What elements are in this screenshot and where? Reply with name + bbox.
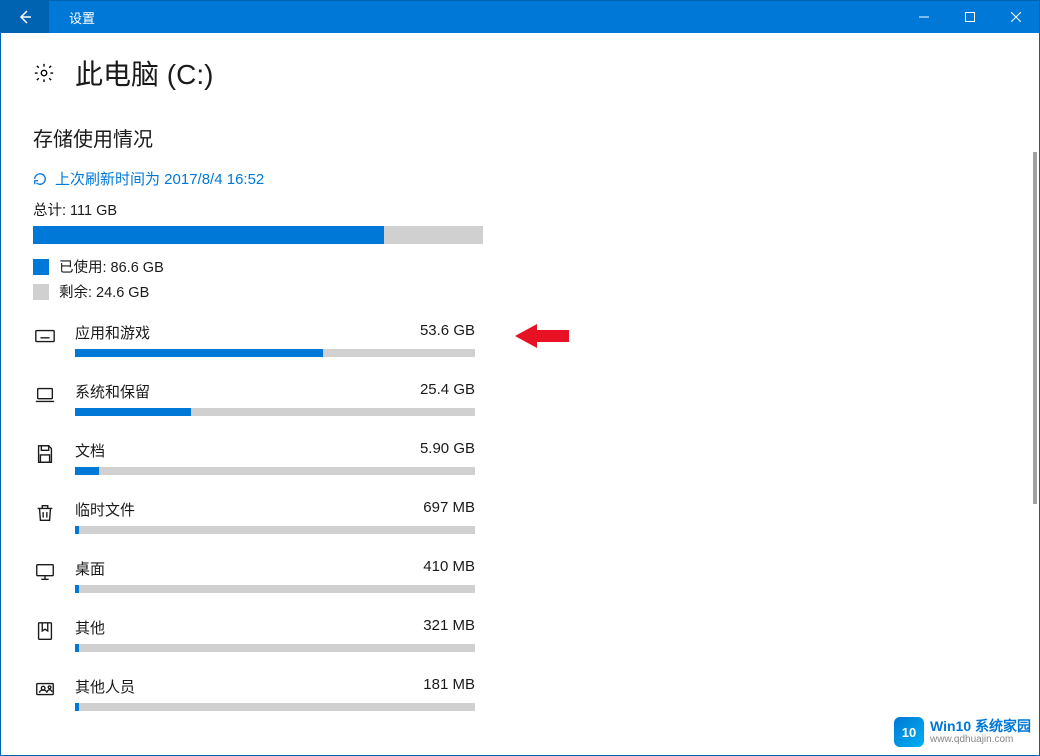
category-body: 桌面 410 MB — [75, 558, 475, 593]
category-bar-fill — [75, 467, 99, 475]
category-name: 文档 — [75, 440, 105, 461]
category-row[interactable]: 桌面 410 MB — [33, 558, 1007, 593]
category-body: 其他人员 181 MB — [75, 676, 475, 711]
category-name: 桌面 — [75, 558, 105, 579]
close-icon — [1011, 12, 1021, 22]
category-row[interactable]: 系统和保留 25.4 GB — [33, 381, 1007, 416]
category-bar — [75, 467, 475, 475]
minimize-icon — [919, 12, 929, 22]
close-button[interactable] — [993, 1, 1039, 33]
monitor-icon — [33, 560, 57, 584]
category-name: 其他 — [75, 617, 105, 638]
category-bar — [75, 585, 475, 593]
page-header: 此电脑 (C:) — [1, 33, 1039, 99]
free-label: 剩余: 24.6 GB — [59, 281, 149, 302]
category-bar-fill — [75, 408, 191, 416]
category-name: 临时文件 — [75, 499, 135, 520]
total-usage-bar — [33, 226, 483, 244]
category-bar-fill — [75, 644, 79, 652]
category-row[interactable]: 其他 321 MB — [33, 617, 1007, 652]
bookmark-icon — [33, 619, 57, 643]
category-list: 应用和游戏 53.6 GB 系统和保留 25.4 GB 文档 5.90 GB 临时文件 697… — [33, 322, 1007, 711]
category-name: 其他人员 — [75, 676, 135, 697]
settings-window: 设置 此电脑 (C:) 存储使用情况 — [0, 0, 1040, 756]
category-size: 181 MB — [423, 676, 475, 697]
category-size: 25.4 GB — [420, 381, 475, 402]
maximize-button[interactable] — [947, 1, 993, 33]
category-size: 53.6 GB — [420, 322, 475, 343]
used-label: 已使用: 86.6 GB — [59, 256, 164, 277]
category-body: 临时文件 697 MB — [75, 499, 475, 534]
save-icon — [33, 442, 57, 466]
gear-icon — [33, 62, 55, 84]
category-row[interactable]: 临时文件 697 MB — [33, 499, 1007, 534]
category-header: 临时文件 697 MB — [75, 499, 475, 520]
category-size: 321 MB — [423, 617, 475, 638]
category-body: 系统和保留 25.4 GB — [75, 381, 475, 416]
watermark-line2: www.qdhuajin.com — [930, 734, 1031, 745]
keyboard-icon — [33, 324, 57, 348]
category-bar-fill — [75, 526, 79, 534]
watermark-logo-icon: 10 — [894, 717, 924, 747]
watermark-text: Win10 系统家园 www.qdhuajin.com — [930, 719, 1031, 745]
total-label: 总计: 111 GB — [33, 199, 1007, 220]
category-header: 桌面 410 MB — [75, 558, 475, 579]
category-header: 系统和保留 25.4 GB — [75, 381, 475, 402]
category-body: 其他 321 MB — [75, 617, 475, 652]
page-title: 此电脑 (C:) — [75, 53, 213, 93]
category-header: 其他人员 181 MB — [75, 676, 475, 697]
category-bar-fill — [75, 585, 79, 593]
maximize-icon — [965, 12, 975, 22]
category-bar-fill — [75, 349, 323, 357]
used-swatch-icon — [33, 259, 49, 275]
laptop-icon — [33, 383, 57, 407]
watermark: 10 Win10 系统家园 www.qdhuajin.com — [894, 717, 1031, 747]
scrollbar-thumb[interactable] — [1033, 152, 1037, 504]
watermark-line1: Win10 系统家园 — [930, 719, 1031, 734]
window-title: 设置 — [69, 8, 95, 27]
title-bar: 设置 — [1, 1, 1039, 33]
section-title: 存储使用情况 — [33, 123, 1007, 152]
category-bar — [75, 526, 475, 534]
back-button[interactable] — [1, 1, 49, 33]
content-area: 此电脑 (C:) 存储使用情况 上次刷新时间为 2017/8/4 16:52 总… — [1, 33, 1039, 755]
category-name: 系统和保留 — [75, 381, 150, 402]
category-name: 应用和游戏 — [75, 322, 150, 343]
highlight-arrow-icon — [515, 322, 569, 355]
category-size: 5.90 GB — [420, 440, 475, 461]
people-icon — [33, 678, 57, 702]
trash-icon — [33, 501, 57, 525]
category-row[interactable]: 文档 5.90 GB — [33, 440, 1007, 475]
category-bar-fill — [75, 703, 79, 711]
refresh-text: 上次刷新时间为 2017/8/4 16:52 — [55, 168, 264, 189]
category-size: 410 MB — [423, 558, 475, 579]
legend-used: 已使用: 86.6 GB — [33, 256, 1007, 277]
category-bar — [75, 644, 475, 652]
refresh-link[interactable]: 上次刷新时间为 2017/8/4 16:52 — [33, 168, 1007, 189]
category-header: 应用和游戏 53.6 GB — [75, 322, 475, 343]
storage-section: 存储使用情况 上次刷新时间为 2017/8/4 16:52 总计: 111 GB… — [1, 123, 1039, 711]
caption-buttons — [901, 1, 1039, 33]
category-body: 应用和游戏 53.6 GB — [75, 322, 475, 357]
category-bar — [75, 408, 475, 416]
category-row[interactable]: 应用和游戏 53.6 GB — [33, 322, 1007, 357]
minimize-button[interactable] — [901, 1, 947, 33]
free-swatch-icon — [33, 284, 49, 300]
category-header: 文档 5.90 GB — [75, 440, 475, 461]
arrow-left-icon — [17, 9, 33, 25]
category-row[interactable]: 其他人员 181 MB — [33, 676, 1007, 711]
legend-free: 剩余: 24.6 GB — [33, 281, 1007, 302]
category-body: 文档 5.90 GB — [75, 440, 475, 475]
refresh-icon — [33, 172, 47, 186]
category-header: 其他 321 MB — [75, 617, 475, 638]
category-size: 697 MB — [423, 499, 475, 520]
total-usage-fill — [33, 226, 384, 244]
category-bar — [75, 703, 475, 711]
category-bar — [75, 349, 475, 357]
